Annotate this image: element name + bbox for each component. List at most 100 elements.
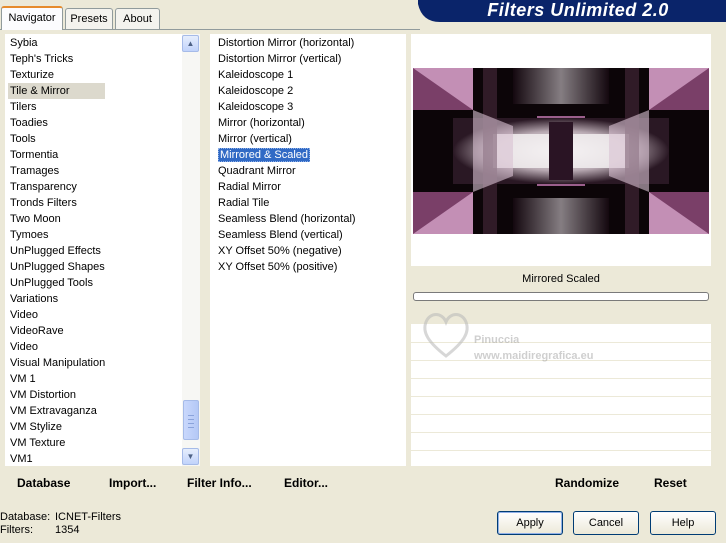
watermark-name: Pinuccia	[474, 334, 520, 346]
category-item-label: Toadies	[10, 117, 48, 129]
category-item[interactable]: Sybia	[8, 35, 105, 51]
category-item-label: Video	[10, 341, 38, 353]
category-item-label: VM Distortion	[10, 389, 77, 401]
editor-button[interactable]: Editor...	[284, 476, 328, 490]
filter-item[interactable]: XY Offset 50% (positive)	[216, 259, 356, 275]
filter-item[interactable]: XY Offset 50% (negative)	[216, 243, 356, 259]
filter-item-label: Seamless Blend (horizontal)	[218, 213, 356, 225]
category-item-label: Tilers	[10, 101, 37, 113]
category-item-label: Texturize	[10, 69, 55, 81]
filter-list: Distortion Mirror (horizontal) Distortion…	[216, 35, 356, 275]
parameter-divider	[411, 432, 711, 433]
category-item[interactable]: VM Texture	[8, 435, 105, 451]
category-item[interactable]: Tools	[8, 131, 105, 147]
category-item[interactable]: Teph's Tricks	[8, 51, 105, 67]
category-item-label: VideoRave	[10, 325, 64, 337]
category-item[interactable]: Tilers	[8, 99, 105, 115]
category-item[interactable]: UnPlugged Effects	[8, 243, 105, 259]
category-item[interactable]: UnPlugged Tools	[8, 275, 105, 291]
tab-about[interactable]: About	[115, 8, 160, 29]
category-item-label: VM1	[10, 453, 33, 465]
filter-item-label: Distortion Mirror (horizontal)	[218, 37, 355, 49]
category-item[interactable]: Toadies	[8, 115, 105, 131]
category-item-label: Visual Manipulation	[10, 357, 106, 369]
scroll-down-button[interactable]: ▼	[182, 448, 199, 465]
scroll-thumb[interactable]	[183, 400, 199, 440]
filter-item[interactable]: Kaleidoscope 2	[216, 83, 356, 99]
app-title-banner: Filters Unlimited 2.0	[418, 0, 726, 22]
filter-item[interactable]: Mirror (vertical)	[216, 131, 356, 147]
category-item-label: Tormentia	[10, 149, 59, 161]
filter-item[interactable]: Radial Tile	[216, 195, 356, 211]
category-item[interactable]: Transparency	[8, 179, 105, 195]
category-item-label: Sybia	[10, 37, 38, 49]
status-database-value: ICNET-Filters	[55, 511, 121, 523]
tab-divider	[0, 29, 420, 30]
scroll-up-button[interactable]: ▲	[182, 35, 199, 52]
category-item[interactable]: Tronds Filters	[8, 195, 105, 211]
category-item[interactable]: VM Extravaganza	[8, 403, 105, 419]
category-item-label: UnPlugged Tools	[10, 277, 93, 289]
cancel-button[interactable]: Cancel	[573, 511, 639, 535]
category-item[interactable]: Tramages	[8, 163, 105, 179]
category-item-label: VM 1	[10, 373, 36, 385]
watermark-url: www.maidiregrafica.eu	[474, 350, 594, 362]
category-item[interactable]: Video	[8, 307, 105, 323]
filter-item[interactable]: Mirror (horizontal)	[216, 115, 356, 131]
filter-item-label: Kaleidoscope 3	[218, 101, 294, 113]
preview-image	[413, 68, 709, 234]
randomize-button[interactable]: Randomize	[555, 476, 619, 490]
filter-item[interactable]: Mirrored & Scaled	[216, 147, 356, 163]
filter-item-label: Kaleidoscope 1	[218, 69, 294, 81]
filter-info-button[interactable]: Filter Info...	[187, 476, 252, 490]
category-item-label: UnPlugged Shapes	[10, 261, 105, 273]
help-button[interactable]: Help	[650, 511, 716, 535]
database-button[interactable]: Database	[17, 476, 70, 490]
category-item[interactable]: Tormentia	[8, 147, 105, 163]
apply-button[interactable]: Apply	[497, 511, 563, 535]
filter-item[interactable]: Distortion Mirror (horizontal)	[216, 35, 356, 51]
tab-presets[interactable]: Presets	[65, 8, 113, 29]
filter-item-label: Radial Mirror	[218, 181, 281, 193]
category-item[interactable]: UnPlugged Shapes	[8, 259, 105, 275]
import-button[interactable]: Import...	[109, 476, 156, 490]
category-item-label: Variations	[10, 293, 59, 305]
filter-item-label: Distortion Mirror (vertical)	[218, 53, 342, 65]
category-item[interactable]: VideoRave	[8, 323, 105, 339]
category-item[interactable]: Video	[8, 339, 105, 355]
status-filters-value: 1354	[55, 524, 80, 536]
category-item-label: Tramages	[10, 165, 60, 177]
category-item[interactable]: Variations	[8, 291, 105, 307]
filter-item-label: Seamless Blend (vertical)	[218, 229, 343, 241]
tab-navigator[interactable]: Navigator	[1, 6, 63, 30]
filter-item[interactable]: Distortion Mirror (vertical)	[216, 51, 356, 67]
category-item[interactable]: Visual Manipulation	[8, 355, 105, 371]
filter-item-label: Radial Tile	[218, 197, 270, 209]
filter-item-label: Mirror (vertical)	[218, 133, 292, 145]
category-item-label: VM Texture	[10, 437, 66, 449]
category-item[interactable]: Texturize	[8, 67, 105, 83]
category-item-label: VM Stylize	[10, 421, 62, 433]
filter-item[interactable]: Seamless Blend (horizontal)	[216, 211, 356, 227]
watermark: Pinuccia www.maidiregrafica.eu	[418, 306, 648, 366]
category-item[interactable]: VM 1	[8, 371, 105, 387]
filter-item[interactable]: Kaleidoscope 1	[216, 67, 356, 83]
category-item[interactable]: Tymoes	[8, 227, 105, 243]
filter-item-label: Quadrant Mirror	[218, 165, 296, 177]
chevron-up-icon: ▲	[186, 39, 195, 48]
filter-item-label: Kaleidoscope 2	[218, 85, 294, 97]
category-item[interactable]: VM Stylize	[8, 419, 105, 435]
parameter-divider	[411, 450, 711, 451]
category-item[interactable]: Tile & Mirror	[8, 83, 106, 99]
category-scrollbar[interactable]: ▲ ▼	[182, 34, 200, 466]
category-item[interactable]: VM Distortion	[8, 387, 105, 403]
filter-item[interactable]: Radial Mirror	[216, 179, 356, 195]
filter-item[interactable]: Kaleidoscope 3	[216, 99, 356, 115]
reset-button[interactable]: Reset	[654, 476, 687, 490]
category-list-panel: Sybia Teph's Tricks Texturize Tile & Mirror…	[5, 34, 183, 466]
category-item[interactable]: Two Moon	[8, 211, 105, 227]
filter-item[interactable]: Seamless Blend (vertical)	[216, 227, 356, 243]
category-item[interactable]: VM1	[8, 451, 105, 467]
category-item-label: Tools	[10, 133, 36, 145]
filter-item[interactable]: Quadrant Mirror	[216, 163, 356, 179]
